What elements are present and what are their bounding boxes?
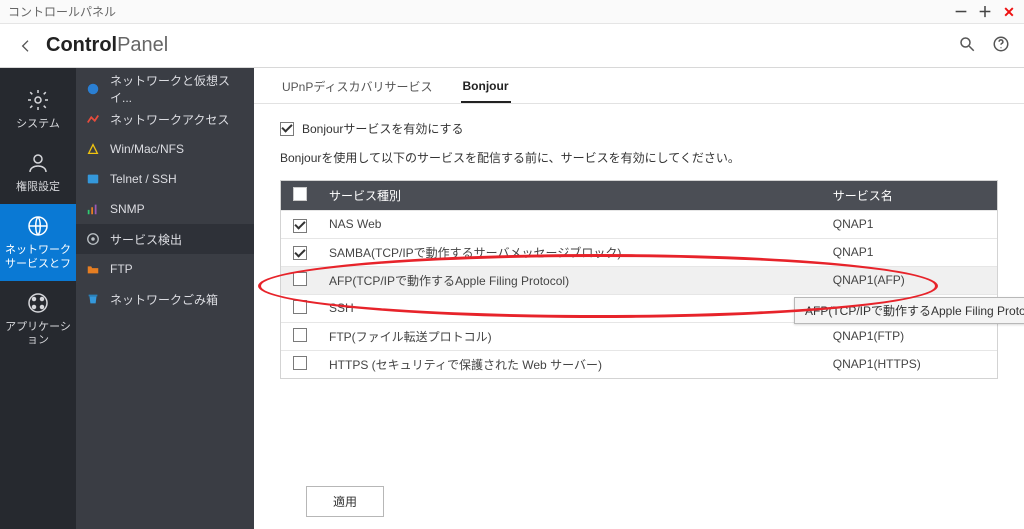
grid-icon (26, 291, 50, 315)
sub-item-label: Win/Mac/NFS (110, 142, 184, 156)
enable-bonjour-checkbox[interactable] (280, 122, 294, 136)
sub-item-label: ネットワークと仮想スイ... (110, 72, 244, 106)
bars-icon (86, 202, 100, 216)
cell-service-name: QNAP1(FTP) (823, 322, 997, 350)
sub-item-telnet-ssh[interactable]: Telnet / SSH (76, 164, 254, 194)
table-row[interactable]: HTTPS (セキュリティで保護された Web サーバー) QNAP1(HTTP… (281, 350, 997, 378)
close-icon[interactable]: ✕ (1002, 5, 1016, 19)
rail-item-system-label: システム (16, 118, 60, 131)
sub-item-network-vswitch[interactable]: ネットワークと仮想スイ... (76, 74, 254, 104)
tab-bonjour[interactable]: Bonjour (461, 79, 511, 103)
row-checkbox[interactable] (293, 300, 307, 314)
help-icon[interactable] (992, 35, 1010, 56)
rail-item-application[interactable]: アプリケーション (0, 281, 76, 357)
left-sub-nav: ネットワークと仮想スイ... ネットワークアクセス Win/Mac/NFS Te… (76, 68, 254, 529)
maximize-icon[interactable]: ＋ (978, 5, 992, 19)
cell-service-type: HTTPS (セキュリティで保護された Web サーバー) (319, 350, 823, 378)
sub-item-recycle-bin[interactable]: ネットワークごみ箱 (76, 284, 254, 314)
rail-item-network[interactable]: ネットワークサービスとフ (0, 204, 76, 280)
rail-item-application-label: アプリケーション (2, 321, 74, 347)
rail-item-system[interactable]: システム (0, 78, 76, 141)
sub-item-label: ネットワークアクセス (110, 111, 229, 128)
row-checkbox[interactable] (293, 246, 307, 260)
access-icon (86, 112, 100, 126)
sub-item-network-access[interactable]: ネットワークアクセス (76, 104, 254, 134)
footer: 適用 (280, 486, 1024, 517)
window-title: コントロールパネル (8, 3, 116, 20)
table-row[interactable]: NAS Web QNAP1 (281, 211, 997, 239)
header-service-name: サービス名 (823, 181, 997, 211)
cell-service-name: QNAP1(HTTPS) (823, 350, 997, 378)
sub-item-label: サービス検出 (110, 231, 182, 248)
cell-service-type: SSH (319, 294, 823, 322)
sub-item-snmp[interactable]: SNMP (76, 194, 254, 224)
tabs: UPnPディスカバリサービス Bonjour (254, 68, 1024, 104)
header-service-type: サービス種別 (319, 181, 823, 211)
select-all-checkbox[interactable] (293, 187, 307, 201)
cell-service-name: QNAP1 (823, 211, 997, 239)
enable-bonjour-label: Bonjourサービスを有効にする (302, 120, 463, 137)
cell-service-name: QNAP1 (823, 238, 997, 266)
minimize-icon[interactable]: － (954, 5, 968, 19)
cell-service-type: AFP(TCP/IPで動作するApple Filing Protocol) (319, 266, 823, 294)
rail-item-network-label: ネットワークサービスとフ (2, 244, 74, 270)
services-table: サービス種別 サービス名 NAS Web QNAP1 SAMBA(TCP/IPで (280, 180, 998, 379)
table-row[interactable]: SAMBA(TCP/IPで動作するサーバメッセージブロック) QNAP1 (281, 238, 997, 266)
sub-item-ftp[interactable]: FTP (76, 254, 254, 284)
row-checkbox[interactable] (293, 219, 307, 233)
window-controls: － ＋ ✕ (954, 0, 1016, 24)
rail-item-privilege[interactable]: 権限設定 (0, 141, 76, 204)
page-title: ControlPanel (46, 34, 168, 57)
page-title-light: Panel (117, 34, 168, 56)
sub-item-label: FTP (110, 262, 133, 276)
bonjour-description: Bonjourを使用して以下のサービスを配信する前に、サービスを有効にしてくださ… (280, 149, 998, 166)
row-checkbox[interactable] (293, 272, 307, 286)
sub-item-label: ネットワークごみ箱 (110, 291, 218, 308)
row-checkbox[interactable] (293, 328, 307, 342)
cell-service-type: SAMBA(TCP/IPで動作するサーバメッセージブロック) (319, 238, 823, 266)
tab-upnp[interactable]: UPnPディスカバリサービス (280, 78, 435, 103)
page-title-bold: Control (46, 34, 117, 56)
globe-icon (26, 214, 50, 238)
back-arrow-icon[interactable] (14, 34, 38, 58)
tab-body: Bonjourサービスを有効にする Bonjourを使用して以下のサービスを配信… (254, 104, 1024, 529)
gear-icon (26, 88, 50, 112)
header-checkbox-col (281, 181, 319, 211)
cell-service-name: QNAP1(AFP) (823, 266, 997, 294)
apply-button[interactable]: 適用 (306, 486, 384, 517)
tooltip: AFP(TCP/IPで動作するApple Filing Protocol) (794, 297, 1024, 324)
sub-item-service-discovery[interactable]: サービス検出 (76, 224, 254, 254)
search-icon[interactable] (958, 35, 976, 56)
cell-service-type: FTP(ファイル転送プロトコル) (319, 322, 823, 350)
table-row[interactable]: AFP(TCP/IPで動作するApple Filing Protocol) QN… (281, 266, 997, 294)
window-title-bar: コントロールパネル － ＋ ✕ (0, 0, 1024, 24)
sub-item-win-mac-nfs[interactable]: Win/Mac/NFS (76, 134, 254, 164)
radar-icon (86, 232, 100, 246)
terminal-icon (86, 172, 100, 186)
network-icon (86, 82, 100, 96)
cell-service-type: NAS Web (319, 211, 823, 239)
left-rail: システム 権限設定 ネットワークサービスとフ アプリケーション (0, 68, 76, 529)
triangle-icon (86, 142, 100, 156)
header-bar: ControlPanel (0, 24, 1024, 68)
enable-bonjour-row: Bonjourサービスを有効にする (280, 120, 998, 137)
content-area: UPnPディスカバリサービス Bonjour Bonjourサービスを有効にする… (254, 68, 1024, 529)
sub-item-label: Telnet / SSH (110, 172, 177, 186)
sub-item-label: SNMP (110, 202, 145, 216)
trash-icon (86, 292, 100, 306)
row-checkbox[interactable] (293, 356, 307, 370)
folder-icon (86, 262, 100, 276)
rail-item-privilege-label: 権限設定 (16, 181, 60, 194)
header-actions (958, 35, 1010, 56)
table-row[interactable]: FTP(ファイル転送プロトコル) QNAP1(FTP) (281, 322, 997, 350)
user-icon (26, 151, 50, 175)
